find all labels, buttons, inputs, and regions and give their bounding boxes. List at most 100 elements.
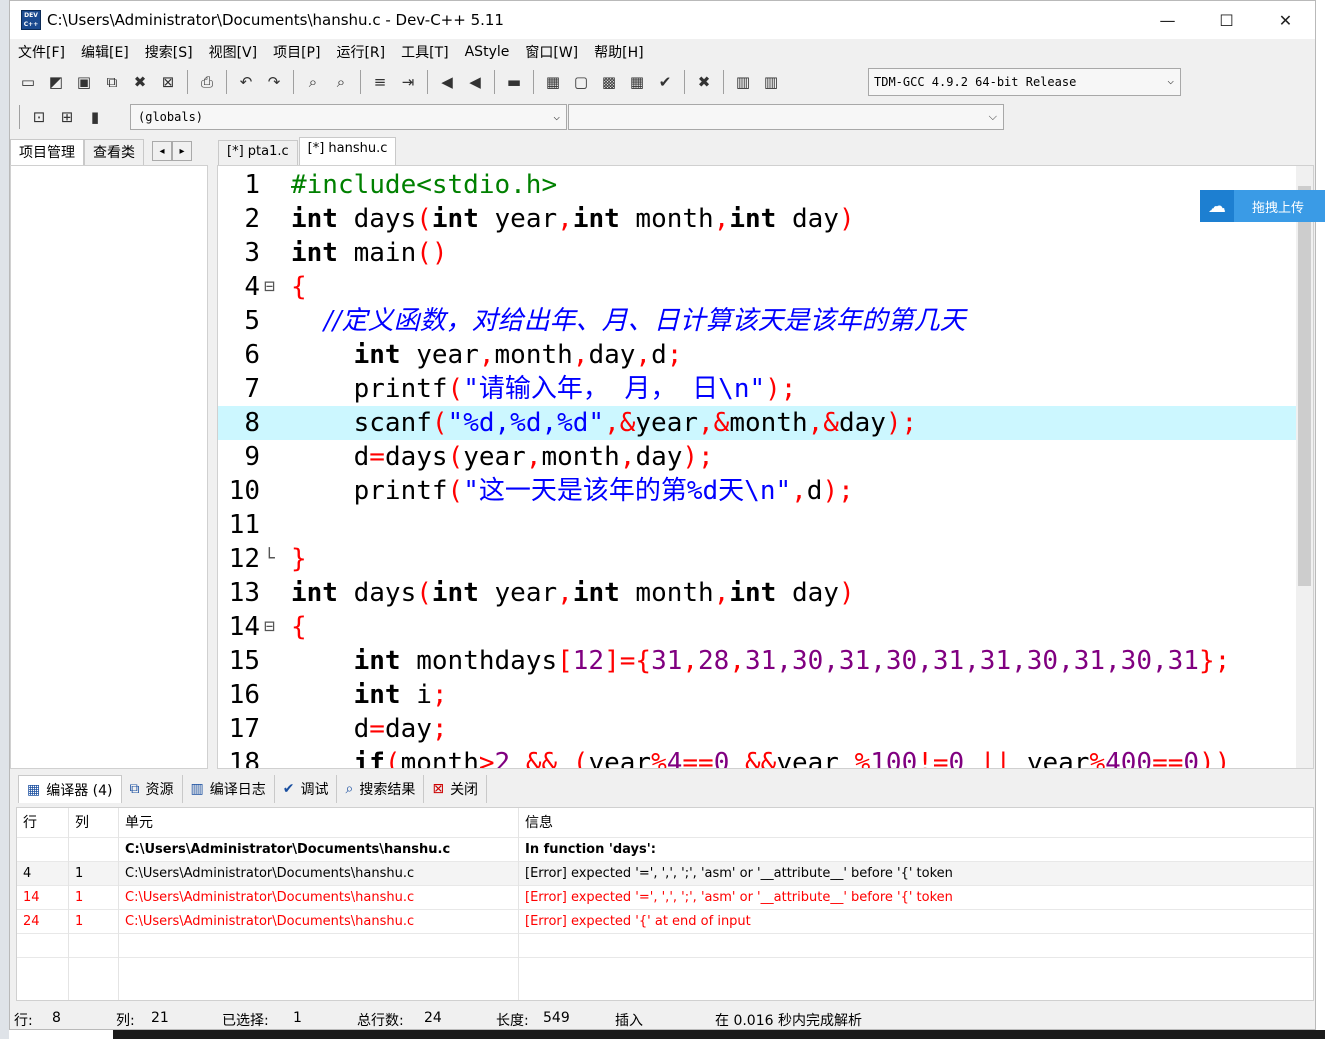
row-unit: C:\Users\Administrator\Documents\hanshu.… [119,862,519,886]
bottom-panel-tabs: ▦ 编译器 (4) ⧉ 资源 ▥ 编译日志 ✔ 调试 ⌕ 搜索结果 ⊠ 关闭 [10,773,1315,805]
line-number: 6 [244,340,260,370]
code-number: 4 [666,748,683,769]
baidu-upload-widget[interactable]: ☁ 拖拽上传 [1200,190,1325,222]
compile-icon[interactable]: ▦ [541,70,565,94]
menu-run[interactable]: 运行[R] [328,42,393,62]
next-bookmark-icon[interactable]: ◀ [463,70,487,94]
menu-project[interactable]: 项目[P] [265,42,328,62]
add-to-project-icon[interactable]: ⊞ [55,105,79,129]
tab-resources[interactable]: ⧉ 资源 [122,775,183,803]
status-col-label: 列: [116,1013,135,1029]
print-icon[interactable]: ⎙ [195,70,219,94]
close-all-icon[interactable]: ⊠ [156,70,180,94]
column-header-unit[interactable]: 单元 [119,808,519,838]
open-file-icon[interactable]: ◩ [44,70,68,94]
compile-run-icon[interactable]: ▩ [597,70,621,94]
line-number: 2 [244,204,260,234]
project-options-icon[interactable]: ▮ [83,105,107,129]
menu-tools[interactable]: 工具[T] [393,42,456,62]
status-total-lines-label: 总行数: [357,1013,404,1029]
column-header-line[interactable]: 行 [17,808,69,838]
close-icon: ⊠ [432,781,445,797]
member-select[interactable]: ⌵ [568,104,1004,130]
code-token: day [384,714,432,744]
minimize-icon[interactable]: — [1138,1,1197,39]
undo-icon[interactable]: ↶ [234,70,258,94]
code-token: int [291,578,338,608]
new-file-icon[interactable]: ▭ [16,70,40,94]
code-line: 18 if(month>2 && (year%4==0 &&year %100!… [218,746,1298,769]
indent-icon[interactable]: ≡ [368,70,392,94]
tab-compile-log[interactable]: ▥ 编译日志 [183,775,275,803]
code-token: && [729,748,777,769]
menu-help[interactable]: 帮助[H] [586,42,651,62]
column-header-message[interactable]: 信息 [519,808,1313,838]
line-number: 12 [228,544,260,574]
toolbar-separator [427,70,428,94]
code-token: , [729,646,745,676]
code-token: #include<stdio.h> [291,170,558,200]
save-all-icon[interactable]: ⧉ [100,70,124,94]
tab-scroll-left-icon[interactable]: ◂ [152,141,172,161]
tab-class-view[interactable]: 查看类 [84,139,144,165]
delete-profile-icon[interactable]: ▥ [759,70,783,94]
tab-compiler[interactable]: ▦ 编译器 (4) [18,775,122,803]
fold-collapse-icon[interactable]: ⊟ [264,270,275,304]
save-icon[interactable]: ▣ [72,70,96,94]
code-number: 400 [1105,748,1153,769]
code-token: == [682,748,714,769]
menu-edit[interactable]: 编辑[E] [73,42,137,62]
row-message: [Error] expected '=', ',', ';', 'asm' or… [519,862,1313,886]
maximize-icon[interactable]: ☐ [1197,1,1256,39]
code-token: ); [765,374,797,404]
tab-close[interactable]: ⊠ 关闭 [424,775,488,803]
find-icon[interactable]: ⌕ [301,70,325,94]
code-token: ( [447,476,464,506]
menu-view[interactable]: 视图[V] [201,42,266,62]
compiler-select[interactable]: TDM-GCC 4.9.2 64-bit Release ⌵ [868,68,1181,96]
code-token: ( [384,748,401,769]
chevron-down-icon: ⌵ [553,110,560,123]
prev-bookmark-icon[interactable]: ◀ [435,70,459,94]
stop-icon[interactable]: ✖ [692,70,716,94]
run-icon[interactable]: ▢ [569,70,593,94]
fold-collapse-icon[interactable]: ⊟ [264,610,275,644]
menu-window[interactable]: 窗口[W] [517,42,586,62]
close-file-icon[interactable]: ✖ [128,70,152,94]
table-row[interactable]: 4 1 C:\Users\Administrator\Documents\han… [17,862,1313,886]
menu-search[interactable]: 搜索[S] [137,42,201,62]
code-token: , [557,578,573,608]
row-message: [Error] expected '{' at end of input [519,910,1313,934]
code-token: || [964,748,1027,769]
row-col: 1 [69,886,119,910]
menu-astyle[interactable]: AStyle [457,44,518,60]
replace-icon[interactable]: ⌕ [329,70,353,94]
column-header-col[interactable]: 列 [69,808,119,838]
toggle-bookmark-icon[interactable]: ▬ [502,70,526,94]
table-row[interactable]: 14 1 C:\Users\Administrator\Documents\ha… [17,886,1313,910]
tab-search-results[interactable]: ⌕ 搜索结果 [337,775,425,803]
syntax-check-icon[interactable]: ✔ [653,70,677,94]
code-editor[interactable]: 1 #include<stdio.h> 2 int days(int year,in… [217,165,1314,769]
globals-select[interactable]: (globals) ⌵ [130,104,567,130]
goto-line-icon[interactable]: ⇥ [396,70,420,94]
scrollbar-thumb[interactable] [1298,186,1311,586]
toolbar-separator [187,70,188,94]
rebuild-icon[interactable]: ▦ [625,70,649,94]
code-token: day [838,408,886,438]
close-icon[interactable]: ✕ [1256,1,1315,39]
profile-icon[interactable]: ▥ [731,70,755,94]
table-row[interactable]: C:\Users\Administrator\Documents\hanshu.… [17,838,1313,862]
file-tab-pta1[interactable]: [*] pta1.c [218,140,298,165]
tab-scroll-right-icon[interactable]: ▸ [172,141,192,161]
redo-icon[interactable]: ↷ [262,70,286,94]
toolbar-separator [494,70,495,94]
new-project-icon[interactable]: ⊡ [27,105,51,129]
tab-project-manager[interactable]: 项目管理 [10,139,84,165]
tab-debug[interactable]: ✔ 调试 [275,775,338,803]
code-token: month [400,748,479,769]
table-row[interactable]: 24 1 C:\Users\Administrator\Documents\ha… [17,910,1313,934]
menu-file[interactable]: 文件[F] [10,42,73,62]
file-tab-hanshu[interactable]: [*] hanshu.c [298,137,397,165]
editor-vertical-scrollbar[interactable] [1296,166,1313,768]
